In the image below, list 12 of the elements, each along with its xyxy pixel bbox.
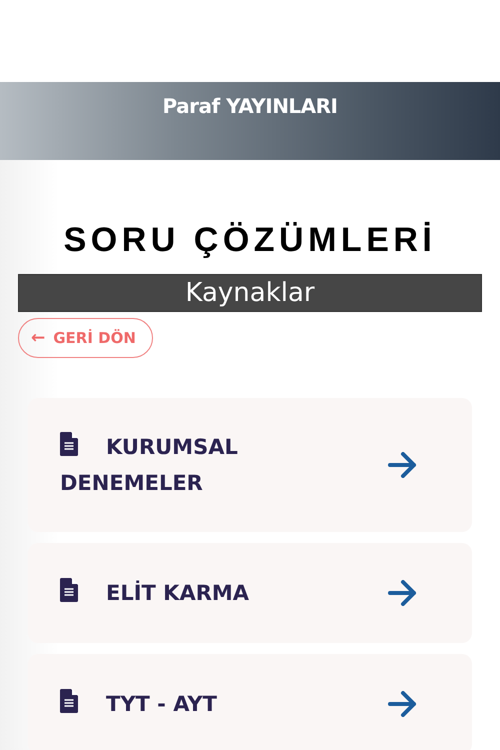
page-heading: SORU ÇÖZÜMLERİ: [62, 220, 438, 260]
document-icon: [60, 689, 78, 713]
resource-link[interactable]: TYT - AYT: [28, 654, 472, 750]
document-icon: [60, 432, 78, 456]
arrow-right-icon: [388, 580, 418, 606]
section-title: Kaynaklar: [185, 278, 315, 308]
arrow-right-icon: [388, 452, 418, 478]
document-icon: [60, 578, 78, 602]
arrow-right-icon: [388, 691, 418, 717]
resource-link[interactable]: ELİT KARMA: [28, 543, 472, 643]
site-title: Paraf YAYINLARI: [162, 94, 338, 118]
resource-link[interactable]: KURUMSAL DENEMELER: [28, 398, 472, 532]
